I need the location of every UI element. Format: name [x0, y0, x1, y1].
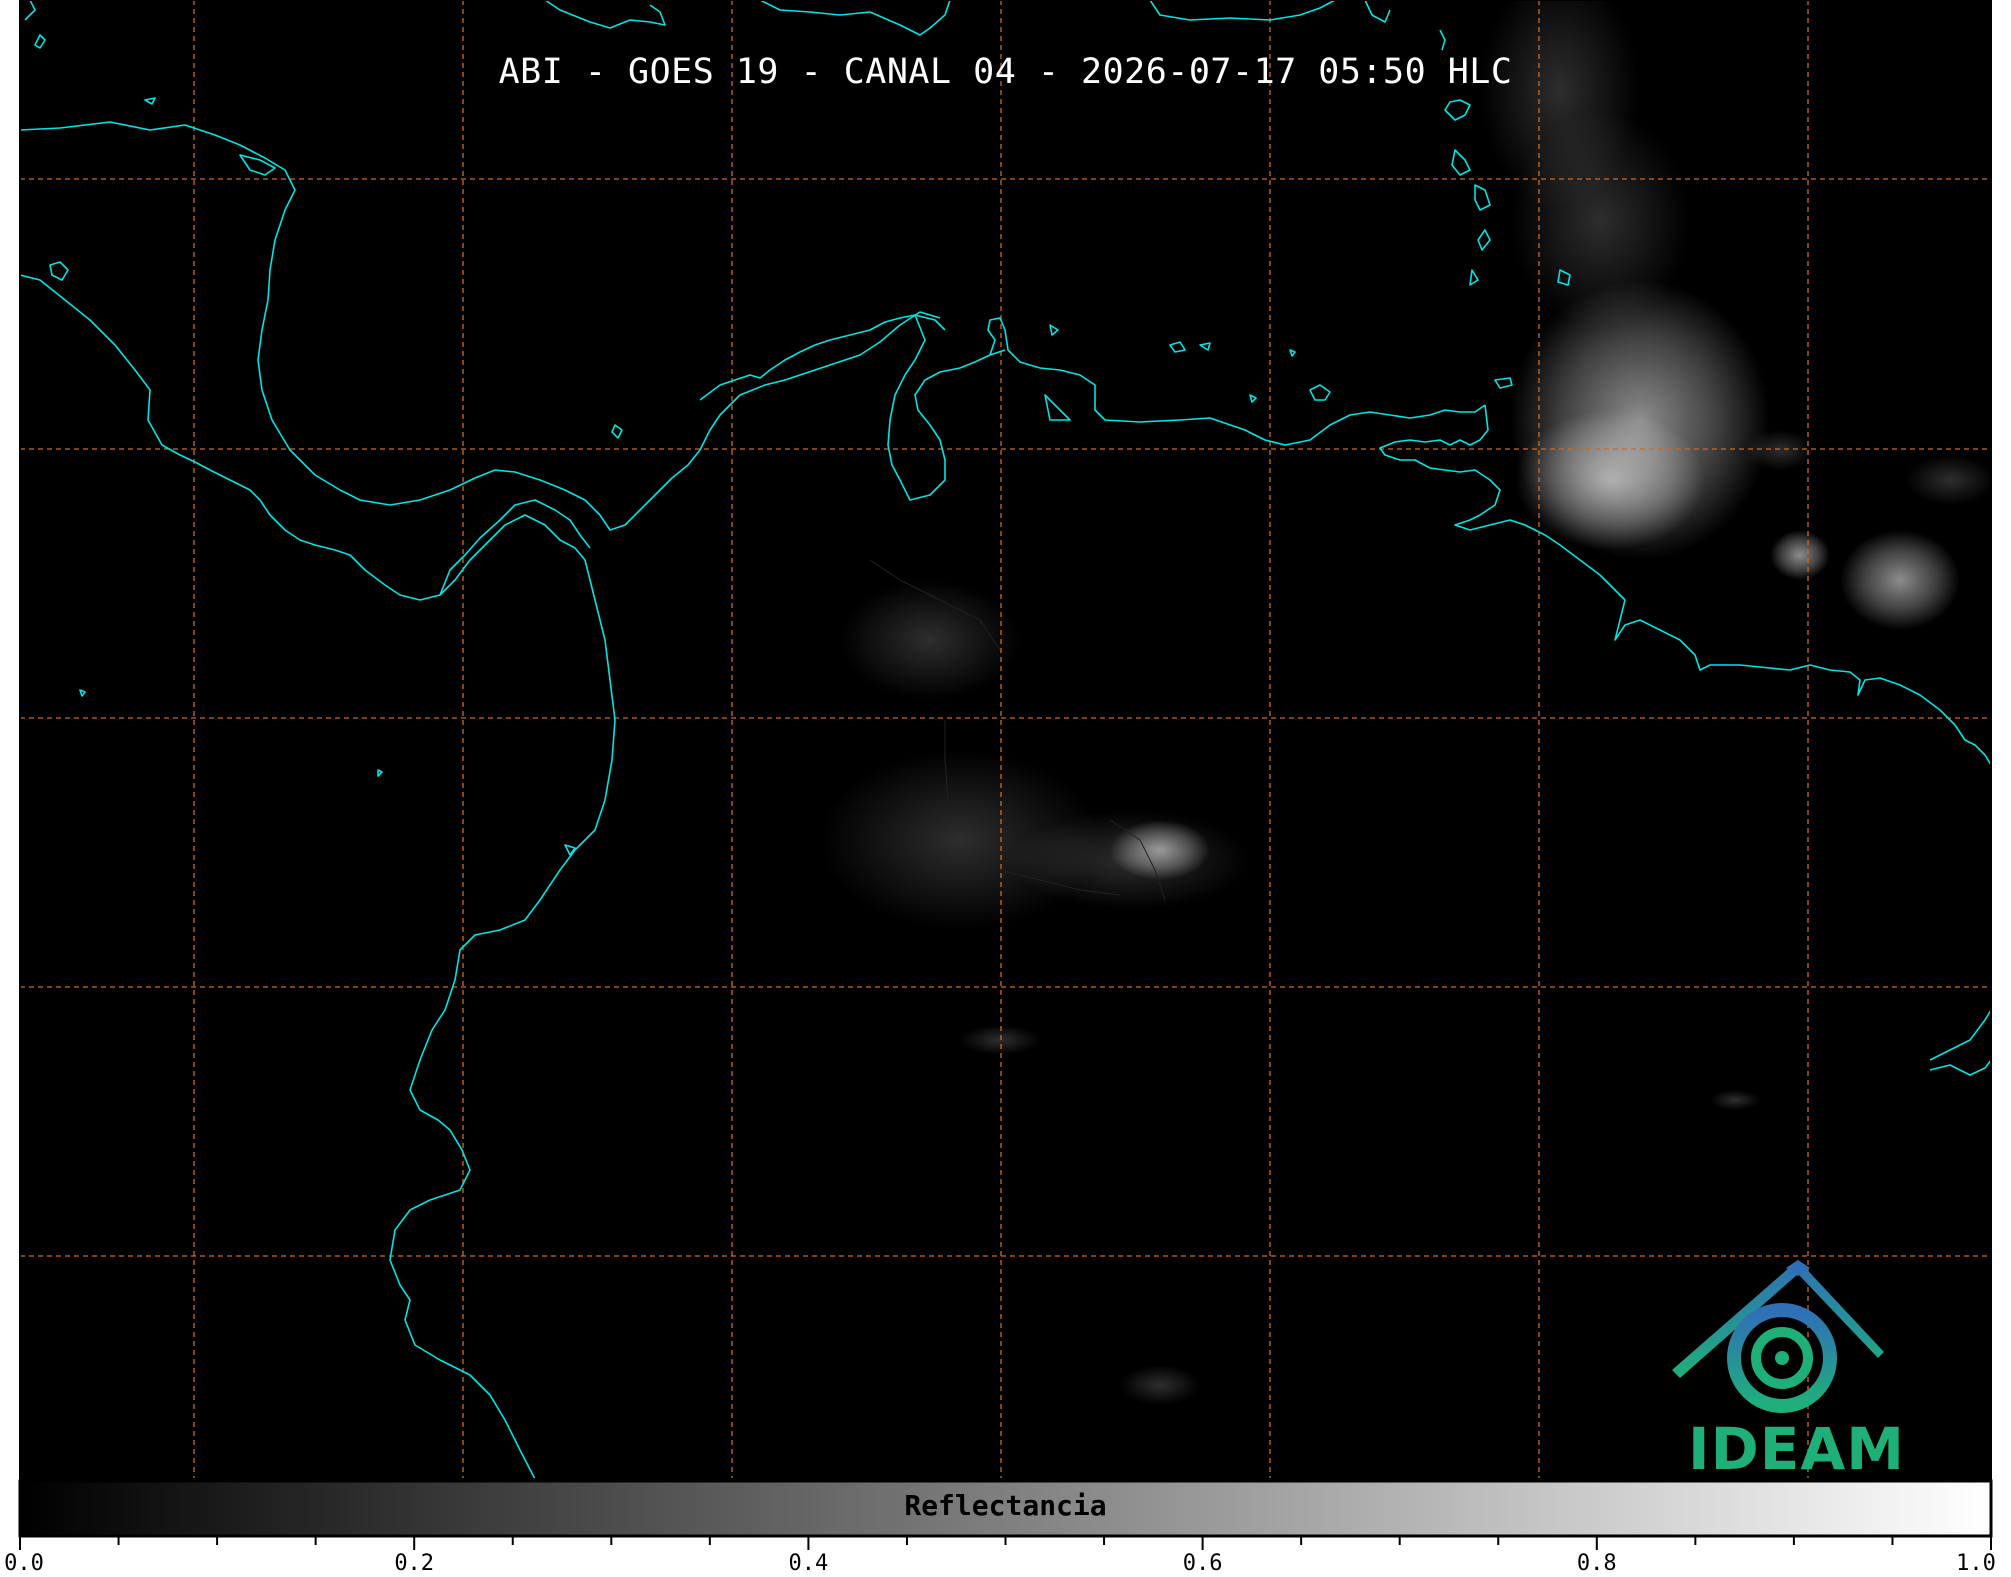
colorbar-tick-label: 0.4	[788, 1551, 829, 1576]
map-background	[20, 0, 1991, 1479]
colorbar-tick-label: 0.8	[1576, 1551, 1617, 1576]
satellite-map	[0, 0, 2011, 1550]
colorbar-tick-label: 0.2	[394, 1551, 435, 1576]
ideam-logo-text: IDEAM	[1688, 1415, 1905, 1483]
colorbar-label: Reflectancia	[904, 1489, 1107, 1522]
colorbar-tick-label: 1.0	[1956, 1551, 1996, 1576]
colorbar-tick-label: 0.6	[1182, 1551, 1223, 1576]
colorbar-tick-label: 0.0	[4, 1551, 44, 1576]
colorbar-ticks	[19, 1536, 1992, 1550]
map-title: ABI - GOES 19 - CANAL 04 - 2026-07-17 05…	[498, 52, 1513, 92]
